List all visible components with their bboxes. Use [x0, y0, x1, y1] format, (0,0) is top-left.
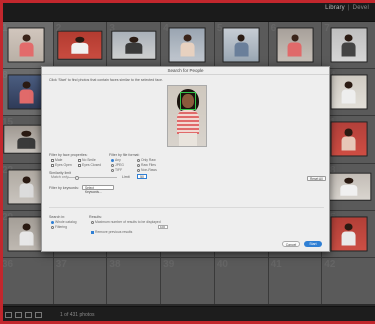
face-props-label: Filter by face properties: — [49, 153, 88, 157]
search-people-dialog: Search for People Click 'Start' to find … — [41, 66, 330, 252]
format-opt-raw-files[interactable]: Raw Files — [137, 163, 156, 167]
radio-icon — [51, 225, 54, 229]
search-opt-filtering[interactable]: Filtering — [51, 225, 67, 229]
search-opt-whole-catalog[interactable]: Whole catalog — [51, 220, 77, 224]
dialog-title: Search for People — [42, 67, 329, 75]
slider-knob[interactable] — [75, 175, 79, 180]
format-opt-any[interactable]: Any — [111, 158, 121, 162]
similarity-sub: Match only — [51, 175, 69, 179]
search-in-label: Search in: — [49, 215, 66, 219]
radio-icon — [137, 168, 140, 172]
results-opt-remove-previous[interactable]: Remove previous results — [91, 230, 132, 234]
limit-input[interactable]: 50 — [137, 174, 147, 179]
start-button[interactable]: Start — [304, 241, 322, 247]
checkbox-icon — [51, 158, 54, 162]
reset-all-button[interactable]: Reset All — [307, 176, 326, 181]
radio-icon — [137, 158, 140, 162]
radio-icon — [111, 158, 114, 162]
format-opt-tiff[interactable]: TIFF — [111, 168, 122, 172]
face-detection-box — [180, 92, 196, 110]
face-opt-male[interactable]: Male — [51, 158, 62, 162]
format-opt-only-raw[interactable]: Only Raw — [137, 158, 156, 162]
format-opt-jpeg[interactable]: JPEG — [111, 163, 124, 167]
radio-icon — [111, 168, 114, 172]
checkbox-icon — [78, 163, 81, 167]
face-opt-eyes-open[interactable]: Eyes Open — [51, 163, 72, 167]
checkbox-icon — [91, 230, 94, 234]
radio-icon — [111, 163, 114, 167]
results-opt-max[interactable]: Maximum number of results to be displaye… — [91, 220, 161, 224]
limit-label: Limit — [122, 175, 130, 179]
dialog-description: Click 'Start' to find photos that contai… — [49, 78, 164, 82]
divider — [49, 207, 324, 208]
checkbox-icon — [78, 158, 81, 162]
checkbox-icon — [51, 163, 54, 167]
keywords-label: Filter by keywords: — [49, 186, 79, 190]
file-format-label: Filter by file format: — [109, 153, 140, 157]
results-label: Results: — [89, 215, 102, 219]
max-results-input[interactable]: 100 — [158, 225, 168, 229]
selected-face-preview — [167, 85, 207, 147]
select-keywords-button[interactable]: Select Keywords... — [82, 185, 114, 194]
radio-icon — [91, 220, 94, 224]
cancel-button[interactable]: Cancel — [282, 241, 300, 247]
face-opt-eyes-closed[interactable]: Eyes Closed — [78, 163, 101, 167]
radio-icon — [137, 163, 140, 167]
format-opt-non-raws[interactable]: Non-Raws — [137, 168, 157, 172]
radio-icon — [51, 220, 54, 224]
similarity-slider[interactable] — [67, 175, 117, 180]
face-opt-no-smile[interactable]: No Smile — [78, 158, 96, 162]
